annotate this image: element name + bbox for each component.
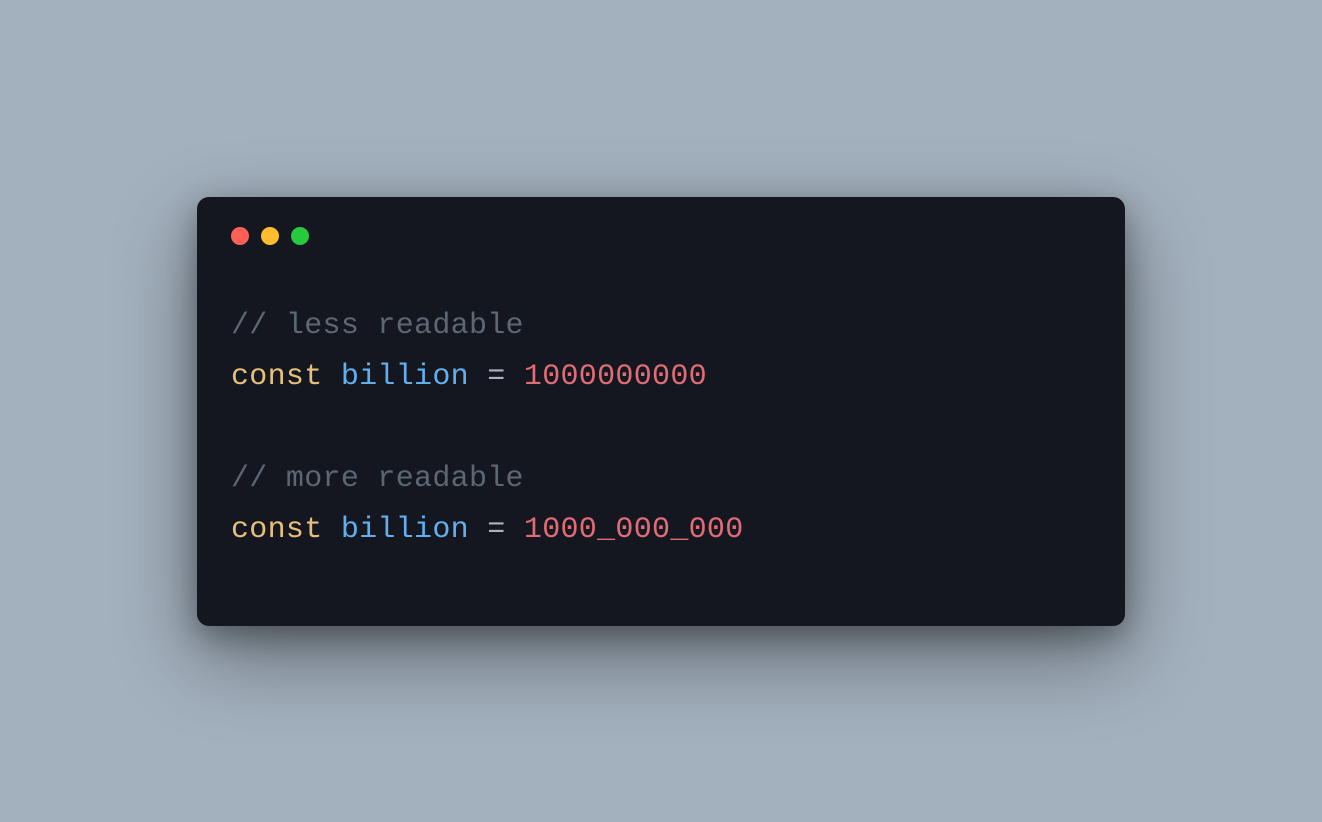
- comment-token: // more readable: [231, 462, 524, 496]
- operator-token: =: [487, 360, 505, 394]
- code-content: // less readable const billion = 1000000…: [231, 301, 1091, 556]
- keyword-token: const: [231, 360, 323, 394]
- space: [469, 513, 487, 547]
- maximize-icon[interactable]: [291, 227, 309, 245]
- code-line: const billion = 1000_000_000: [231, 505, 1091, 556]
- code-line: // more readable: [231, 454, 1091, 505]
- code-window: // less readable const billion = 1000000…: [197, 197, 1125, 626]
- window-controls: [231, 227, 1091, 245]
- close-icon[interactable]: [231, 227, 249, 245]
- code-line: const billion = 1000000000: [231, 352, 1091, 403]
- space: [323, 360, 341, 394]
- code-line: // less readable: [231, 301, 1091, 352]
- number-token: 1000000000: [524, 360, 707, 394]
- number-token: 1000_000_000: [524, 513, 744, 547]
- blank-line: [231, 403, 1091, 454]
- minimize-icon[interactable]: [261, 227, 279, 245]
- identifier-token: billion: [341, 513, 469, 547]
- space: [506, 513, 524, 547]
- identifier-token: billion: [341, 360, 469, 394]
- comment-token: // less readable: [231, 309, 524, 343]
- space: [323, 513, 341, 547]
- keyword-token: const: [231, 513, 323, 547]
- space: [469, 360, 487, 394]
- operator-token: =: [487, 513, 505, 547]
- space: [506, 360, 524, 394]
